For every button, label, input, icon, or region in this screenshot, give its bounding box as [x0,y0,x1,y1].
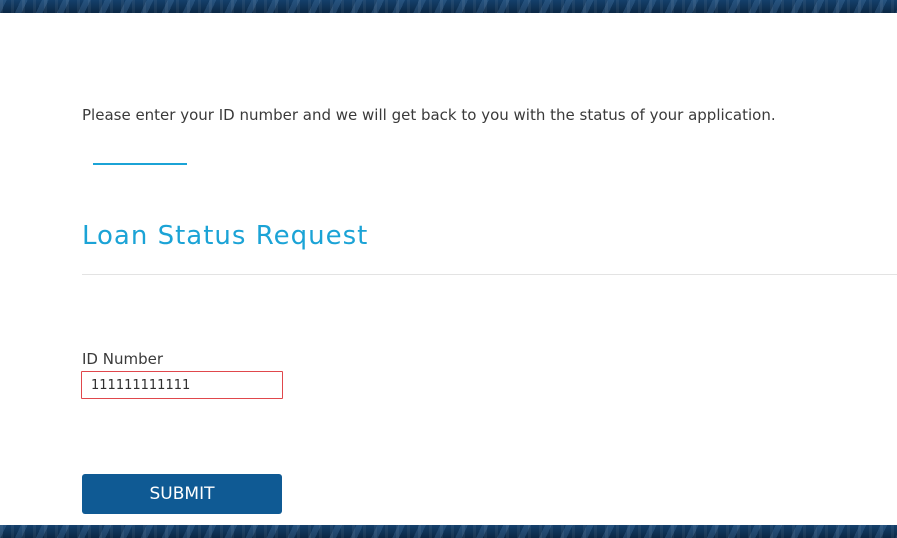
intro-text: Please enter your ID number and we will … [82,106,776,124]
id-number-label: ID Number [82,350,163,368]
id-number-input[interactable] [81,371,283,399]
page: Please enter your ID number and we will … [0,0,897,538]
accent-divider [93,163,187,165]
footer-banner-image [0,525,897,538]
form-title: Loan Status Request [82,221,369,251]
submit-button[interactable]: SUBMIT [82,474,282,514]
title-divider [82,274,897,275]
header-banner-image [0,0,897,13]
